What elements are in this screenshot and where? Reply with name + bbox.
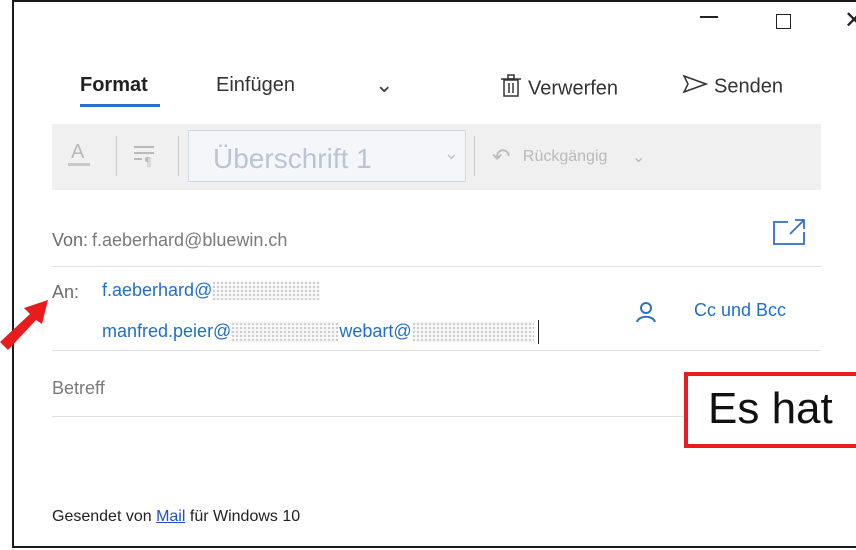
annotation-callout: Es hat (684, 372, 856, 448)
subject-input[interactable]: Betreff (52, 378, 105, 399)
tab-format[interactable]: Format (80, 74, 148, 97)
callout-text: Es hat (708, 384, 833, 433)
chevron-down-icon[interactable]: ⌄ (375, 72, 393, 98)
from-label: Von: (52, 230, 89, 250)
divider (52, 266, 821, 267)
redacted-area (411, 322, 534, 342)
redacted-area (212, 281, 321, 302)
trash-icon (500, 74, 522, 104)
red-arrow (0, 300, 48, 350)
undo-label: Rückgängig (522, 148, 608, 165)
undo-icon: ↶ (492, 144, 511, 169)
tab-insert[interactable]: Einfügen (216, 74, 295, 97)
from-value[interactable]: f.aeberhard@bluewin.ch (92, 230, 287, 251)
divider (52, 350, 821, 351)
person-icon[interactable] (634, 300, 658, 329)
mail-link[interactable]: Mail (156, 508, 185, 525)
from-row: Von: f.aeberhard@bluewin.ch (52, 219, 821, 268)
send-label: Senden (714, 75, 783, 98)
discard-label: Verwerfen (528, 77, 619, 100)
send-icon (682, 74, 709, 100)
recipient-chip[interactable]: manfred.peier@ (102, 321, 231, 341)
redacted-area (231, 322, 340, 342)
close-icon[interactable]: ✕ (844, 6, 856, 35)
style-select-value: Überschrift 1 (213, 143, 372, 174)
style-select[interactable]: Überschrift 1 ⌄ (188, 130, 466, 182)
font-color-icon[interactable]: A (66, 138, 92, 173)
recipient-chip[interactable]: webart@ (339, 321, 411, 341)
toolbar-divider (178, 136, 179, 176)
chevron-down-icon: ⌄ (443, 143, 459, 163)
cc-bcc-button[interactable]: Cc und Bcc (694, 300, 786, 321)
recipient-chip[interactable]: f.aeberhard@ (102, 280, 212, 300)
to-row: An: f.aeberhard@ manfred.peier@ webart@ C… (52, 280, 821, 352)
maximize-icon[interactable] (776, 14, 791, 29)
signature-suffix: für Windows 10 (185, 508, 301, 525)
undo-button[interactable]: ↶ Rückgängig ⌄ (492, 144, 645, 170)
text-caret (537, 320, 539, 344)
signature-prefix: Gesendet von (52, 508, 157, 525)
popout-icon[interactable] (770, 218, 808, 253)
recipient-line-2[interactable]: manfred.peier@ webart@ (102, 320, 539, 344)
signature: Gesendet von Mail für Windows 10 (52, 508, 300, 526)
svg-text:¶: ¶ (144, 155, 152, 168)
to-label: An: (52, 282, 80, 302)
active-tab-indicator (80, 104, 160, 107)
recipient-line-1[interactable]: f.aeberhard@ (102, 280, 321, 302)
toolbar-divider (116, 136, 117, 176)
minimize-icon[interactable] (700, 16, 718, 18)
send-button[interactable]: Senden (682, 74, 783, 100)
paragraph-icon[interactable]: ¶ (132, 142, 158, 173)
format-toolbar: A ¶ Überschrift 1 ⌄ ↶ Rückgängig ⌄ (52, 124, 821, 190)
discard-button[interactable]: Verwerfen (500, 74, 618, 104)
chevron-down-icon: ⌄ (631, 149, 646, 166)
toolbar-divider (474, 136, 475, 176)
svg-text:A: A (71, 141, 85, 163)
